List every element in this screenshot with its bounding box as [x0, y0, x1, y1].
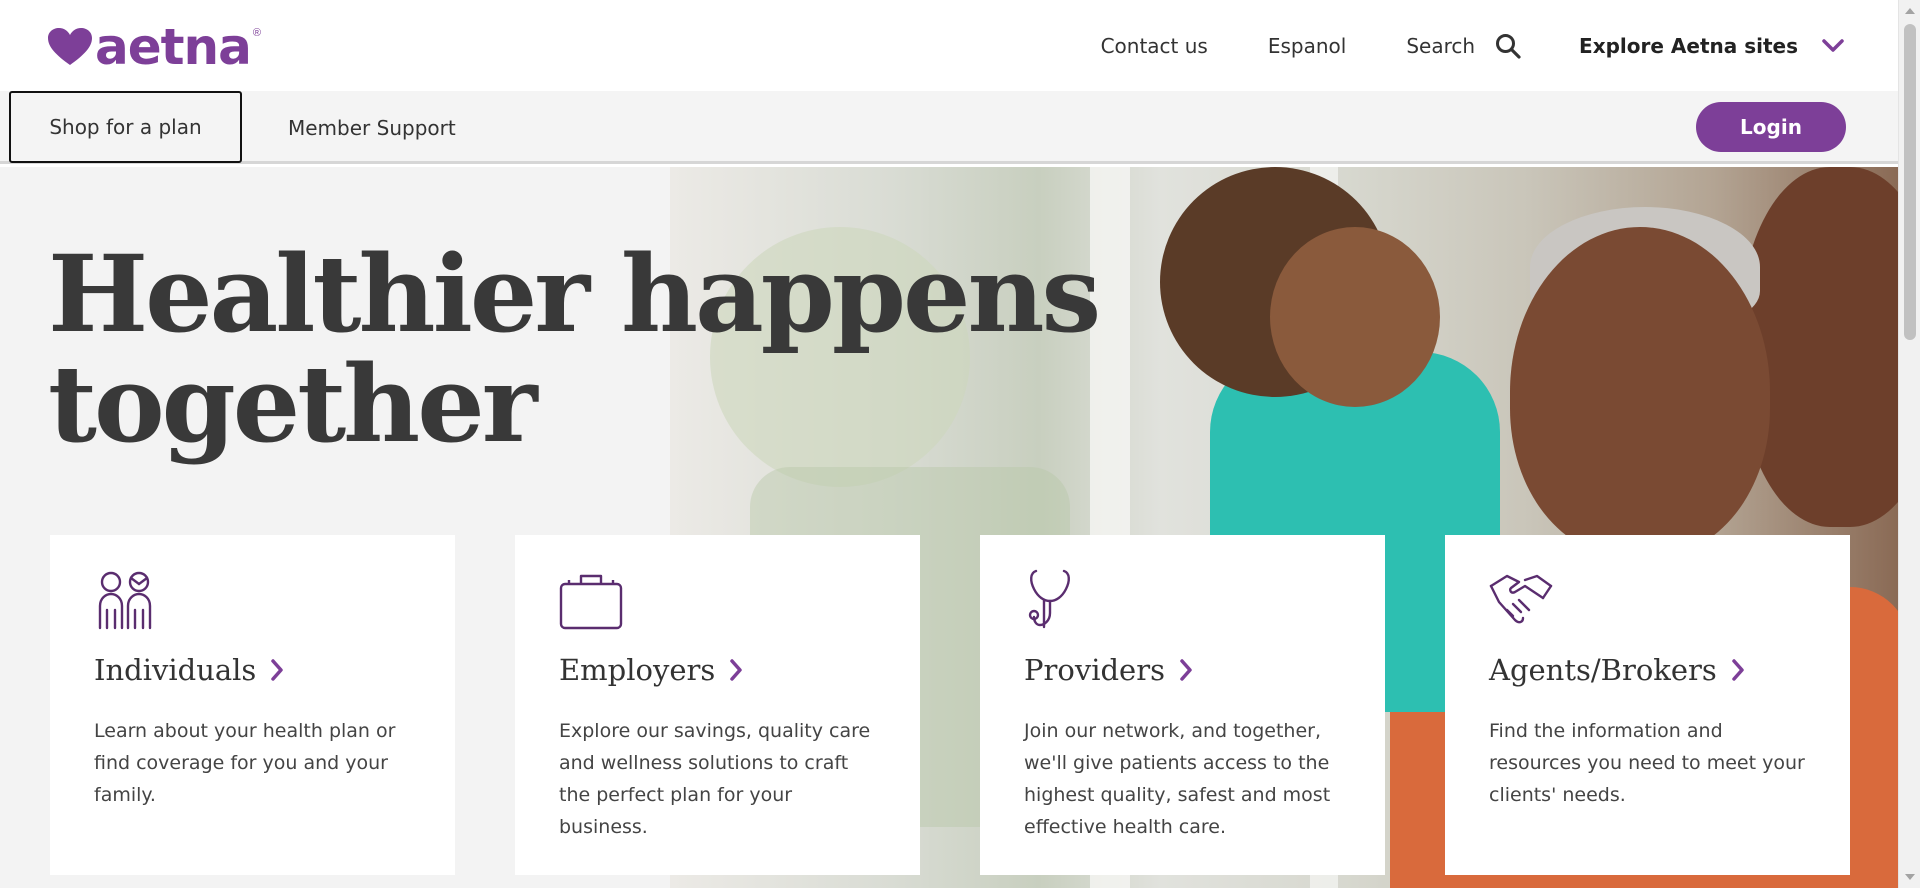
scroll-down-arrow[interactable] [1905, 874, 1915, 880]
utility-nav: Contact us Espanol Search Explore Aetna … [1041, 28, 1844, 64]
heart-logo-icon [48, 28, 92, 65]
card-title-link[interactable]: Agents/Brokers [1489, 653, 1806, 687]
nav-shop-for-a-plan[interactable]: Shop for a plan [9, 91, 242, 163]
search-label: Search [1406, 34, 1476, 58]
card-title-link[interactable]: Providers [1024, 653, 1341, 687]
card-description: Find the information and resources you n… [1489, 720, 1805, 806]
registered-mark: ® [252, 27, 261, 39]
card-title: Employers [559, 653, 716, 687]
login-button[interactable]: Login [1696, 102, 1846, 152]
chevron-right-icon [1732, 659, 1744, 681]
card-description: Explore our savings, quality care and we… [559, 720, 871, 838]
headline-line-1: Healthier happens [48, 231, 1101, 356]
chevron-right-icon [730, 659, 743, 681]
stethoscope-icon [1028, 569, 1070, 629]
explore-label: Explore Aetna sites [1579, 34, 1798, 58]
espanol-link[interactable]: Espanol [1268, 34, 1346, 58]
chevron-down-icon [1822, 39, 1844, 52]
headline-line-2: together [48, 341, 538, 466]
card-agents-brokers: Agents/Brokers Find the information and … [1445, 535, 1850, 875]
search-button[interactable]: Search [1406, 33, 1521, 59]
top-header: aetna ® Contact us Espanol Search Explor… [0, 0, 1898, 91]
card-title: Individuals [94, 653, 257, 687]
card-individuals: Individuals Learn about your health plan… [50, 535, 455, 875]
people-icon [98, 571, 152, 630]
card-providers: Providers Join our network, and together… [980, 535, 1385, 875]
page-scrollbar[interactable] [1898, 0, 1920, 888]
hero-headline: Healthier happens together [48, 239, 1101, 459]
chevron-right-icon [1180, 659, 1192, 681]
explore-aetna-sites-dropdown[interactable]: Explore Aetna sites [1579, 34, 1844, 58]
card-title: Agents/Brokers [1489, 653, 1717, 687]
nav-member-support[interactable]: Member Support [288, 91, 456, 164]
card-title: Providers [1024, 653, 1165, 687]
logo-wordmark: aetna [95, 18, 252, 76]
contact-us-link[interactable]: Contact us [1101, 34, 1208, 58]
card-employers: Employers Explore our savings, quality c… [515, 535, 920, 875]
hero-section: Healthier happens together Individuals L… [0, 167, 1898, 888]
main-nav: Shop for a plan Member Support Login [0, 91, 1898, 164]
search-icon [1496, 34, 1521, 59]
briefcase-icon [559, 574, 623, 630]
card-description: Learn about your health plan or find cov… [94, 720, 396, 806]
card-description: Join our network, and together, we'll gi… [1024, 720, 1331, 838]
scroll-thumb[interactable] [1904, 24, 1916, 340]
scroll-up-arrow[interactable] [1905, 8, 1915, 14]
handshake-icon [1489, 574, 1553, 624]
aetna-logo[interactable]: aetna ® [48, 22, 261, 72]
chevron-right-icon [271, 659, 284, 681]
card-title-link[interactable]: Employers [559, 653, 876, 687]
card-title-link[interactable]: Individuals [94, 653, 411, 687]
